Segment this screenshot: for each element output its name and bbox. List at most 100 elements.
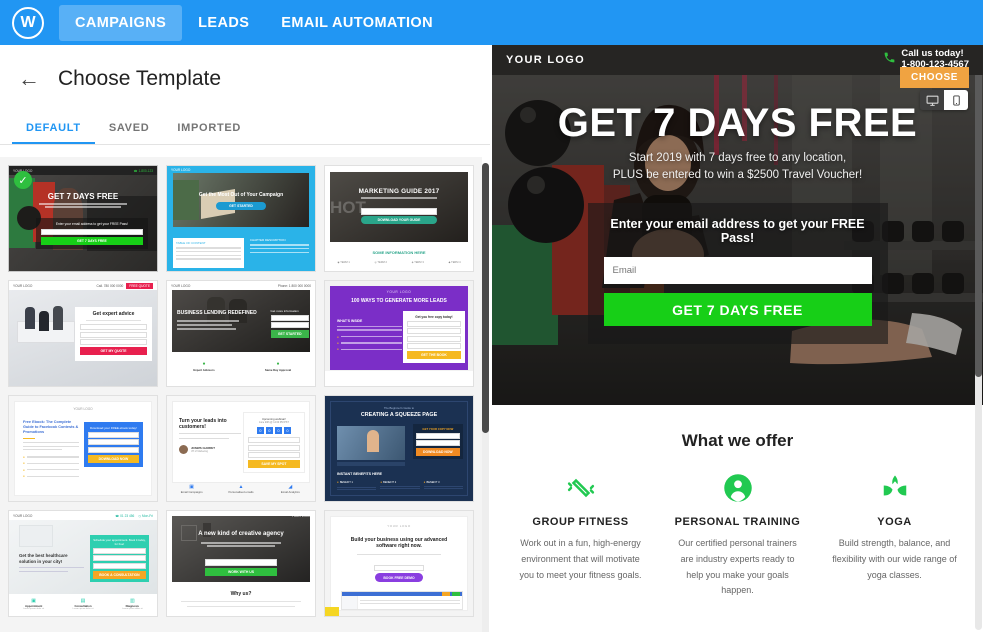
- thumb-form-title: Enter your email address to get your FRE…: [55, 222, 128, 226]
- template-card[interactable]: YOUR LOGO A new kind of creative agency …: [166, 510, 316, 617]
- thumb-benefit: BENEFIT 1: [339, 481, 353, 484]
- thumb-headline: Get the Most Out of Your Campaign: [198, 192, 284, 198]
- thumb-foot-left: TABLE OF CONTENT: [176, 241, 206, 245]
- thumb-logo: YOUR LOGO: [13, 283, 33, 288]
- thumb-sub: Get more information: [270, 309, 299, 313]
- thumb-feature: Email Analytics: [280, 490, 300, 494]
- offer-title-text: GROUP FITNESS: [532, 516, 629, 528]
- template-card[interactable]: The Beginner's Guide to CREATING A SQUEE…: [324, 395, 474, 502]
- hero-sub-line-1: Start 2019 with 7 days free to any locat…: [628, 152, 847, 164]
- lead-capture-form: Enter your email address to get your FRE…: [587, 203, 888, 344]
- preview-hero-section: YOUR LOGO Call us today! 1-800-123-4567 …: [492, 45, 983, 405]
- thumb-cta: DOWNLOAD NOW: [87, 454, 139, 463]
- thumb-logo: YOUR LOGO: [73, 407, 93, 411]
- offer-title-text: PERSONAL TRAINING: [674, 516, 801, 528]
- tab-imported[interactable]: IMPORTED: [163, 113, 255, 144]
- thumb-cta: GET STARTED: [270, 329, 309, 338]
- thumb-topright: Phone: 1 800 000 0000: [277, 283, 311, 288]
- template-grid: ✓ YOUR LOGO ☎ 1-800-123 GET 7 DAYS FREE: [0, 157, 482, 625]
- page-title: Choose Template: [58, 67, 222, 90]
- device-preview-toggle: [920, 90, 968, 110]
- thumb-headline: Free Ebook: The Complete Guide to Facebo…: [23, 420, 79, 434]
- hero-headline: GET 7 DAYS FREE: [557, 101, 918, 145]
- thumb-foot: SOME INFORMATION HERE: [372, 250, 426, 255]
- scrollbar-thumb[interactable]: [482, 163, 489, 433]
- thumb-foot: INSTANT BENEFITS HERE: [337, 472, 383, 476]
- thumb-cta: DOWNLOAD NOW: [415, 448, 460, 456]
- template-chooser-panel: ← Choose Template DEFAULT SAVED IMPORTED…: [0, 45, 490, 632]
- thumb-cta: WORK WITH US: [205, 567, 277, 576]
- tab-saved[interactable]: SAVED: [95, 113, 164, 144]
- template-card[interactable]: YOUR LOGO ☎ 01 23 456 ◷ Mon-Fri Get the b…: [8, 510, 158, 617]
- template-card[interactable]: YOUR LOGO Call. 780 000 0000 FREE QUOTE …: [8, 280, 158, 387]
- thumb-headline: CREATING A SQUEEZE PAGE: [360, 411, 438, 418]
- thumb-form-title: GET YOUR COPY NOW: [422, 427, 454, 431]
- thumb-form-title: Download your FREE ebook today!: [89, 426, 137, 430]
- template-card[interactable]: Turn your leads into customers! JOSEPH G…: [166, 395, 316, 502]
- thumb-logo: YOUR LOGO: [13, 513, 33, 518]
- thumb-headline: BUSINESS LENDING REDEFINED: [177, 310, 257, 316]
- template-card[interactable]: YOUR LOGO Build your business using our …: [324, 510, 474, 617]
- offer-section-title: What we offer: [681, 431, 794, 450]
- offer-title-text: YOGA: [877, 516, 912, 528]
- offer-body-text: Build strength, balance, and flexibility…: [832, 538, 957, 580]
- nav-tab-email-automation[interactable]: EMAIL AUTOMATION: [265, 5, 449, 41]
- thumb-headline: GET 7 DAYS FREE: [47, 192, 119, 201]
- preview-scrollbar-thumb[interactable]: [975, 47, 982, 377]
- template-grid-scrollbar[interactable]: [482, 163, 489, 632]
- template-card[interactable]: HOT MARKETING GUIDE 2017 DOWNLOAD YOUR G…: [324, 165, 474, 272]
- thumb-cta: BOOK A CONSULTATION: [92, 570, 146, 579]
- desktop-view-icon[interactable]: [920, 90, 944, 110]
- phone-icon: [883, 51, 896, 69]
- thumb-foot-right: CHAPTER DESCRIPTION: [249, 238, 286, 242]
- thumb-logo: YOUR LOGO: [291, 513, 311, 518]
- nav-tab-leads[interactable]: LEADS: [182, 5, 265, 41]
- thumb-webinar-date: June 20th @ 12:00 PM PST: [259, 421, 289, 424]
- offer-body-text: Our certified personal trainers are indu…: [678, 538, 797, 596]
- nav-tab-campaigns[interactable]: CAMPAIGNS: [59, 4, 183, 41]
- thumb-eyebrow: The Beginner's Guide to: [383, 406, 415, 410]
- thumb-headline: Build your business using our advanced s…: [350, 537, 448, 550]
- form-title: Enter your email address to get your FRE…: [610, 217, 865, 245]
- thumb-feature: Personalised emails: [228, 490, 254, 494]
- thumb-headline: Get expert advice: [92, 311, 135, 317]
- thumb-feature: Email Campaigns: [180, 490, 203, 494]
- template-grid-scroll-area[interactable]: ✓ YOUR LOGO ☎ 1-800-123 GET 7 DAYS FREE: [0, 157, 482, 632]
- preview-offer-section: What we offer GROUP FITNESS Work out in …: [492, 405, 983, 599]
- thumb-cta: GET THE BOOK: [406, 351, 461, 359]
- thumb-cta: GET 7 DAYS FREE: [40, 236, 144, 245]
- back-arrow-icon[interactable]: ←: [18, 68, 40, 90]
- template-card[interactable]: YOUR LOGO Phone: 1 800 000 0000 BUSINESS…: [166, 280, 316, 387]
- email-input[interactable]: [603, 257, 872, 284]
- thumb-headline: A new kind of creative agency: [198, 531, 284, 537]
- template-category-tabs: DEFAULT SAVED IMPORTED: [0, 113, 490, 145]
- template-card[interactable]: ✓ YOUR LOGO ☎ 1-800-123 GET 7 DAYS FREE: [8, 165, 158, 272]
- offer-column: YOGA Build strength, balance, and flexib…: [816, 473, 973, 599]
- thumb-headline: Turn your leads into customers!: [179, 418, 227, 430]
- template-card[interactable]: YOUR LOGO 100 WAYS TO GENERATE MORE LEAD…: [324, 280, 474, 387]
- template-card[interactable]: YOUR LOGO Get the Most Out of Your Campa…: [166, 165, 316, 272]
- thumb-logo: YOUR LOGO: [387, 524, 411, 528]
- offer-columns: GROUP FITNESS Work out in a fun, high-en…: [502, 473, 973, 599]
- tab-default[interactable]: DEFAULT: [12, 113, 95, 144]
- nav-tabs: CAMPAIGNS LEADS EMAIL AUTOMATION: [59, 0, 449, 45]
- mobile-view-icon[interactable]: [944, 90, 968, 110]
- choose-template-button[interactable]: CHOOSE: [900, 67, 969, 88]
- thumb-headline: MARKETING GUIDE 2017: [358, 188, 440, 195]
- thumb-cta: DOWNLOAD YOUR GUIDE: [360, 216, 438, 224]
- offer-column: PERSONAL TRAINING Our certified personal…: [659, 473, 816, 599]
- hero-subtext: Start 2019 with 7 days free to any locat…: [492, 150, 983, 185]
- brand-logo-icon[interactable]: W: [12, 6, 44, 39]
- thumb-benefit: BENEFIT 3: [426, 481, 440, 484]
- thumb-cta: GET STARTED: [216, 202, 266, 210]
- thumb-topbtn: FREE QUOTE: [126, 282, 153, 289]
- cta-submit-button[interactable]: GET 7 DAYS FREE: [603, 293, 872, 326]
- template-card[interactable]: YOUR LOGO Free Ebook: The Complete Guide…: [8, 395, 158, 502]
- thumb-logo: YOUR LOGO: [171, 167, 191, 172]
- thumb-form-title: Schedule your appointment. Book it today…: [93, 538, 146, 546]
- thumb-headline: Get the best healthcare solution in your…: [19, 553, 68, 564]
- thumb-logo: YOUR LOGO: [171, 283, 191, 288]
- thumb-form-title: Get you free copy today!: [415, 315, 453, 319]
- thumb-topright: Call. 780 000 0000: [96, 283, 124, 288]
- hero-sub-line-2: PLUS be entered to win a $2500 Travel Vo…: [612, 169, 863, 182]
